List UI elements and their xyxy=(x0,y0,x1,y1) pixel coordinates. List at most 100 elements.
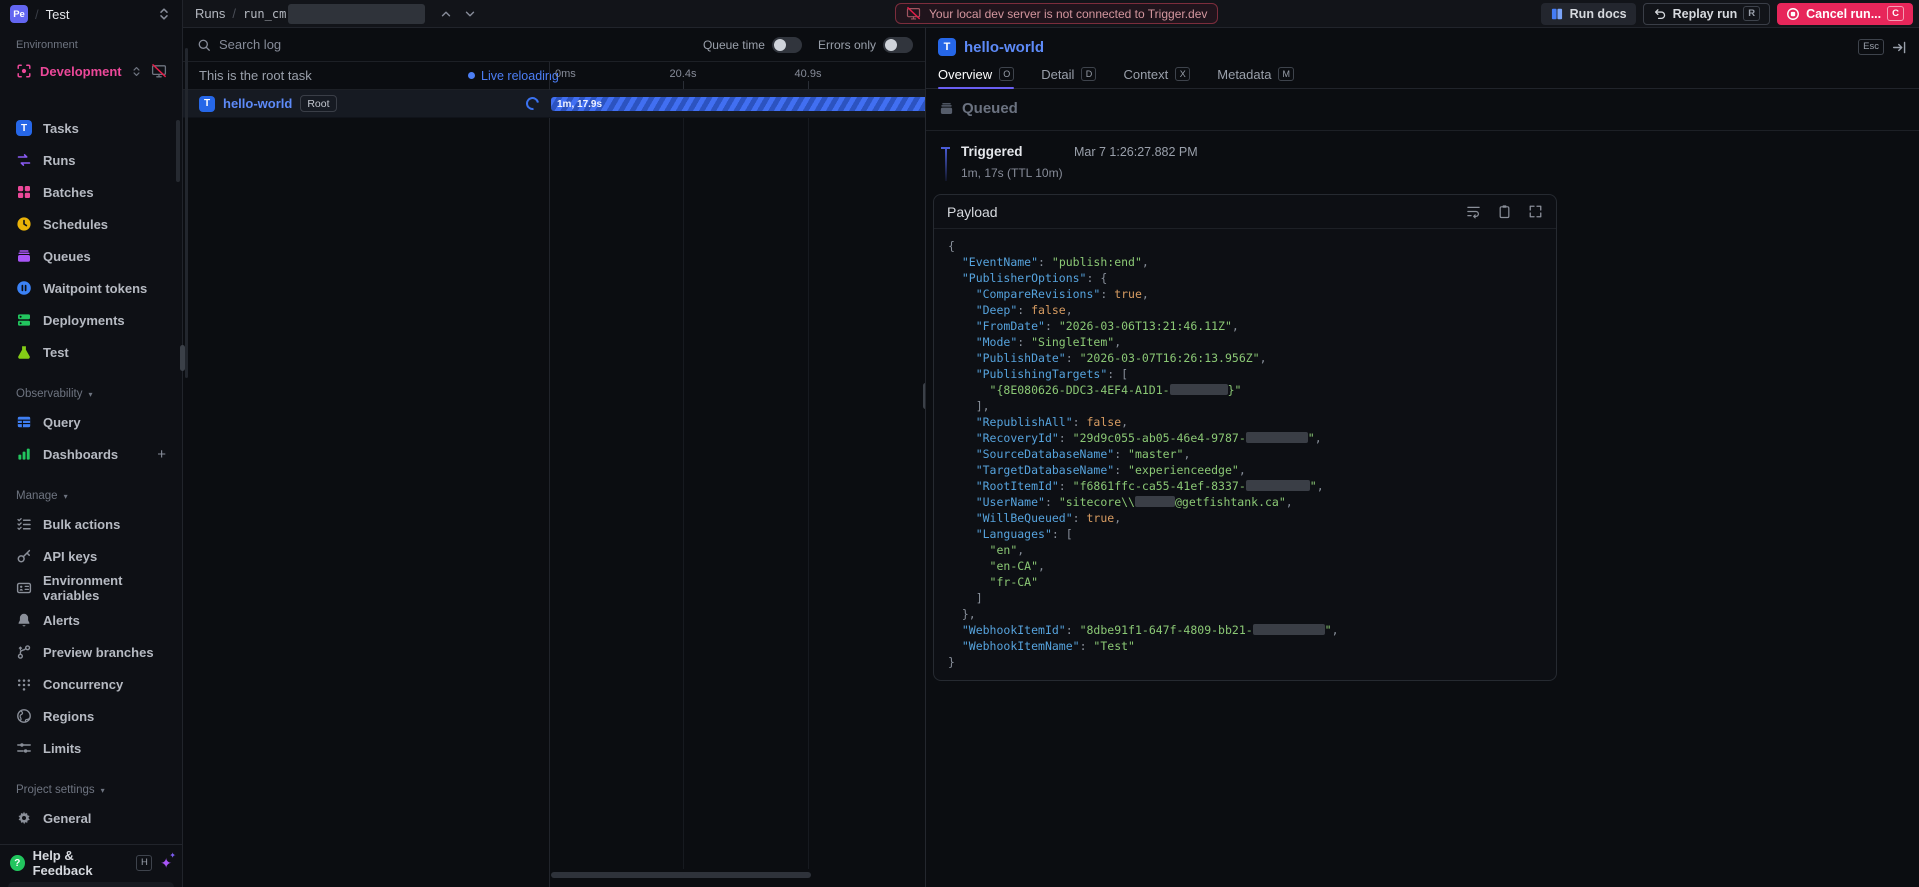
log-vertical-scrollbar[interactable] xyxy=(185,48,188,378)
queue-time-toggle[interactable] xyxy=(771,36,802,53)
errors-only-toggle[interactable] xyxy=(883,36,913,53)
root-task-note: This is the root task xyxy=(199,68,312,83)
queued-icon xyxy=(939,101,954,116)
tab-detail[interactable]: Detail D xyxy=(1041,66,1097,88)
sidebar-item-runs[interactable]: Runs xyxy=(6,144,176,176)
redacted-value xyxy=(1169,384,1228,395)
payload-card: Payload { "EventName": "publish:end", "P… xyxy=(933,194,1557,681)
task-duration-bar[interactable]: 1m, 17.9s xyxy=(551,97,925,111)
sidebar-item-alerts[interactable]: Alerts xyxy=(6,604,176,636)
status-text: Queued xyxy=(962,100,1018,117)
help-shortcut: H xyxy=(136,855,153,871)
warning-text: Your local dev server is not connected t… xyxy=(929,6,1208,21)
payload-line: "Mode": "SingleItem", xyxy=(975,335,1122,349)
run-status: Queued xyxy=(926,100,1919,117)
sidebar-item-bulk-actions[interactable]: Bulk actions xyxy=(6,508,176,540)
triggered-event: Triggered Mar 7 1:26:27.882 PM 1m, 17s (… xyxy=(941,144,1907,181)
sidebar-item-queues[interactable]: Queues xyxy=(6,240,176,272)
timeline-tick xyxy=(683,81,684,89)
payload-code: { "EventName": "publish:end", "Publisher… xyxy=(934,229,1556,680)
divider xyxy=(926,130,1919,131)
payload-line: "fr-CA" xyxy=(989,575,1039,589)
prev-run-chevron-up-icon[interactable] xyxy=(439,7,453,21)
close-panel-icon[interactable] xyxy=(1892,40,1907,55)
payload-line: { xyxy=(948,239,955,253)
sidebar-resize-handle[interactable] xyxy=(180,345,185,371)
timeline-tick xyxy=(808,81,809,89)
tab-shortcut: X xyxy=(1175,67,1191,81)
task-duration-label: 1m, 17.9s xyxy=(557,98,603,110)
section-header-observability[interactable]: Observability xyxy=(0,382,182,406)
task-row[interactable]: T hello-world Root 1m, 17.9s xyxy=(183,90,925,118)
environment-name: Development xyxy=(40,63,122,79)
payload-line: "RecoveryId": "29d9c055-ab05-46e4-9787- "… xyxy=(975,431,1322,445)
sidebar-item-test[interactable]: Test xyxy=(6,336,176,368)
section-header-manage[interactable]: Manage xyxy=(0,484,182,508)
payload-line: "RepublishAll": false, xyxy=(975,415,1129,429)
run-docs-label: Run docs xyxy=(1569,6,1627,21)
tab-context[interactable]: Context X xyxy=(1123,66,1191,88)
sidebar-item-general[interactable]: General xyxy=(6,802,176,834)
sidebar-item-label: Schedules xyxy=(43,216,109,232)
section-header-project-settings[interactable]: Project settings xyxy=(0,778,182,802)
sidebar-item-batches[interactable]: Batches xyxy=(6,176,176,208)
sidebar-item-concurrency[interactable]: Concurrency xyxy=(6,668,176,700)
triggered-timestamp: Mar 7 1:26:27.882 PM xyxy=(1074,145,1198,159)
task-icon: T xyxy=(199,95,215,112)
slash-divider: / xyxy=(35,6,39,22)
sidebar-item-api-keys[interactable]: API keys xyxy=(6,540,176,572)
timeline-tick-label: 0ms xyxy=(555,68,576,80)
sidebar-item-dashboards[interactable]: Dashboards + xyxy=(6,438,176,470)
sidebar-item-label: Regions xyxy=(43,708,95,724)
sparkles-icon[interactable]: ✦ ✦ xyxy=(160,851,176,872)
sidebar-item-waitpoint-tokens[interactable]: Waitpoint tokens xyxy=(6,272,176,304)
queues-icon xyxy=(16,248,32,264)
chevron-up-down-icon[interactable] xyxy=(130,65,143,78)
sidebar-item-query[interactable]: Query xyxy=(6,406,176,438)
redacted-value xyxy=(1252,624,1325,635)
sidebar-item-environment-variables[interactable]: Environment variables xyxy=(6,572,176,604)
sidebar-item-regions[interactable]: Regions xyxy=(6,700,176,732)
dev-disconnected-icon xyxy=(151,63,167,79)
payload-line: ], xyxy=(948,399,990,413)
replay-run-button[interactable]: Replay run R xyxy=(1642,2,1771,25)
sidebar-item-label: Environment variables xyxy=(43,573,123,603)
payload-line: "CompareRevisions": true, xyxy=(975,287,1149,301)
expand-icon[interactable] xyxy=(1528,204,1543,219)
environment-selector[interactable]: Development xyxy=(6,58,176,84)
run-docs-button[interactable]: Run docs xyxy=(1540,2,1636,25)
sidebar-item-label: Queues xyxy=(43,248,91,264)
sidebar-item-limits[interactable]: Limits xyxy=(6,732,176,764)
sidebar-item-label: Query xyxy=(43,414,81,430)
tab-metadata[interactable]: Metadata M xyxy=(1217,66,1294,88)
sidebar-item-label: Waitpoint tokens xyxy=(43,280,148,296)
alerts-icon xyxy=(16,612,32,628)
sidebar-item-label: Deployments xyxy=(43,312,125,328)
timeline-horizontal-scrollbar[interactable] xyxy=(551,872,811,878)
add-dashboard-button[interactable]: + xyxy=(157,446,166,463)
sidebar-item-preview-branches[interactable]: Preview branches xyxy=(6,636,176,668)
help-feedback[interactable]: ? Help & Feedback H ✦ ✦ xyxy=(0,844,182,881)
help-icon: ? xyxy=(10,855,25,871)
chevron-up-down-icon[interactable] xyxy=(156,6,172,22)
waitpoint-tokens-icon xyxy=(16,280,32,296)
search-input[interactable] xyxy=(219,37,519,52)
breadcrumb-divider: / xyxy=(232,6,236,21)
tab-shortcut: O xyxy=(999,67,1015,81)
sidebar-item-deployments[interactable]: Deployments xyxy=(6,304,176,336)
breadcrumb-runs[interactable]: Runs xyxy=(195,6,225,21)
cancel-run-button[interactable]: Cancel run... C xyxy=(1777,2,1913,25)
project-switcher[interactable]: Pe / Test xyxy=(0,0,182,28)
copy-icon[interactable] xyxy=(1497,204,1512,219)
next-run-chevron-down-icon[interactable] xyxy=(463,7,477,21)
payload-line: } xyxy=(948,655,955,669)
sidebar-item-tasks[interactable]: T Tasks xyxy=(6,112,176,144)
sidebar-scrollbar[interactable] xyxy=(176,120,180,182)
sidebar-item-schedules[interactable]: Schedules xyxy=(6,208,176,240)
tab-overview[interactable]: Overview O xyxy=(938,66,1015,89)
tab-shortcut: M xyxy=(1278,67,1294,81)
word-wrap-icon[interactable] xyxy=(1466,204,1481,219)
payload-line: }, xyxy=(948,607,976,621)
timeline-tick-label: 40.9s xyxy=(794,68,822,80)
payload-line: "RootItemId": "f6861ffc-ca55-41ef-8337- "… xyxy=(975,479,1324,493)
